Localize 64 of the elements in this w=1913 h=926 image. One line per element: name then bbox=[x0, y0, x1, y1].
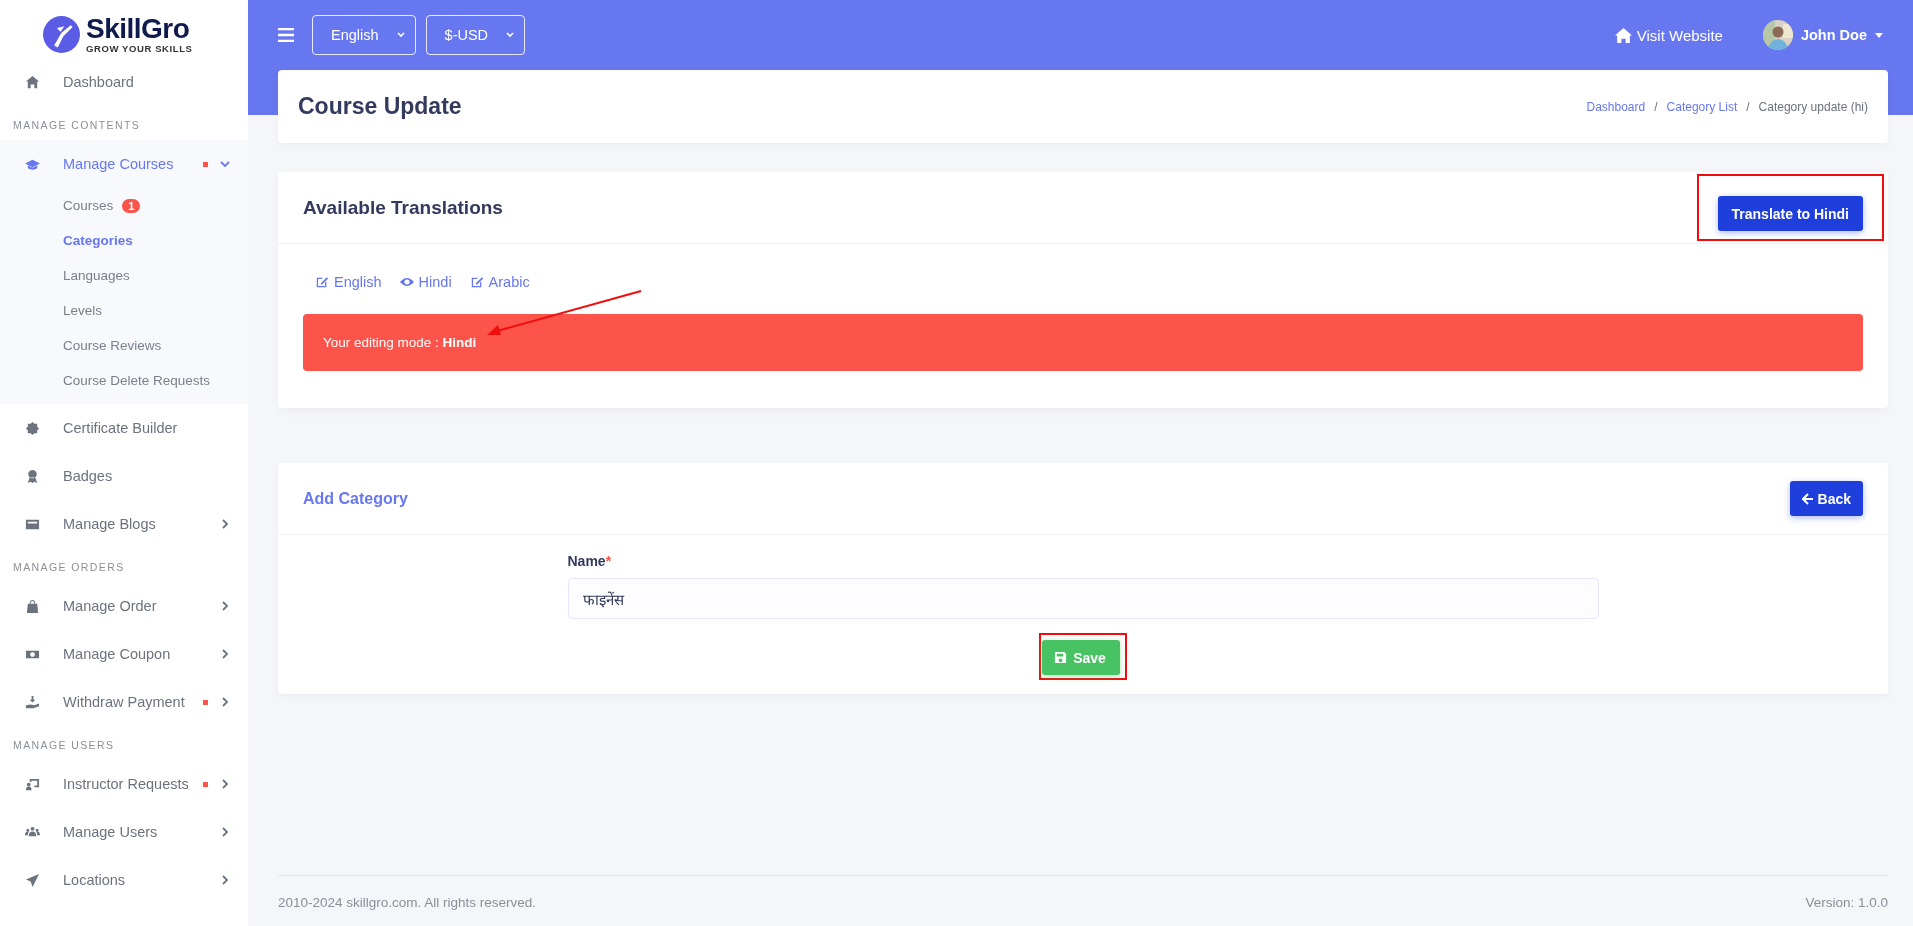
submenu-item[interactable]: Languages bbox=[0, 258, 248, 293]
sidebar-item[interactable]: Withdraw Payment bbox=[0, 678, 248, 726]
version-text: Version: 1.0.0 bbox=[1805, 894, 1888, 910]
caret-icon bbox=[1875, 32, 1883, 38]
breadcrumb-separator: / bbox=[1654, 99, 1658, 114]
sidebar-item[interactable]: Manage Order bbox=[0, 582, 248, 630]
brand-name: SkillGro bbox=[86, 14, 191, 43]
currency-select[interactable]: $-USD bbox=[425, 15, 526, 55]
caret-icon bbox=[506, 32, 515, 38]
alert-text: Your editing mode : Hindi bbox=[323, 335, 477, 350]
name-input[interactable]: फाइनेंस bbox=[567, 578, 1599, 619]
sidebar-item[interactable]: Manage Users bbox=[0, 808, 248, 856]
submenu-item[interactable]: Course Reviews bbox=[0, 328, 248, 363]
menu-icon[interactable] bbox=[278, 28, 294, 42]
field-label: Name bbox=[567, 553, 606, 569]
submenu-item[interactable]: Course Delete Requests bbox=[0, 363, 248, 398]
submenu-item[interactable]: Courses 1 bbox=[0, 188, 248, 223]
sidebar-item[interactable]: Badges bbox=[0, 452, 248, 500]
breadcrumb-link[interactable]: Category List bbox=[1666, 99, 1738, 114]
sidebar-item[interactable]: Certificate Builder bbox=[0, 404, 248, 452]
language-link[interactable]: Arabic bbox=[469, 274, 530, 290]
back-button[interactable]: Back bbox=[1789, 481, 1863, 516]
sidebar-item[interactable]: Locations bbox=[0, 856, 248, 904]
language-select[interactable]: English bbox=[312, 15, 416, 55]
section-heading: MANAGE CONTENTS bbox=[12, 118, 142, 133]
submenu-item[interactable]: Levels bbox=[0, 293, 248, 328]
award-icon bbox=[25, 468, 40, 484]
hand-coin-icon bbox=[25, 694, 40, 710]
home-icon bbox=[1613, 26, 1633, 44]
count-badge: 1 bbox=[122, 198, 141, 213]
sidebar-item[interactable]: Manage Coupon bbox=[0, 630, 248, 678]
plane-icon bbox=[25, 872, 40, 888]
copyright-text: 2010-2024 skillgro.com. All rights reserved. bbox=[278, 894, 537, 910]
breadcrumb-current: Category update (hi) bbox=[1758, 99, 1868, 114]
eye-icon bbox=[399, 275, 414, 289]
user-menu[interactable]: John Doe bbox=[1800, 27, 1867, 43]
edit-icon bbox=[469, 275, 484, 289]
caret-icon bbox=[396, 32, 405, 38]
edit-icon bbox=[315, 275, 329, 289]
brand-tagline: GROW YOUR SKILLS bbox=[86, 43, 193, 54]
language-link[interactable]: Hindi bbox=[399, 274, 452, 290]
breadcrumb-link[interactable]: Dashboard bbox=[1586, 99, 1646, 114]
logo-icon bbox=[43, 15, 80, 53]
submenu-item[interactable]: Categories bbox=[0, 223, 248, 258]
sidebar-item[interactable]: Manage Blogs bbox=[0, 500, 248, 548]
arrow-left-icon bbox=[1801, 492, 1814, 505]
sidebar-item[interactable]: Instructor Requests bbox=[0, 760, 248, 808]
breadcrumb-separator: / bbox=[1746, 99, 1750, 114]
section-heading: MANAGE ORDERS bbox=[12, 560, 126, 575]
save-button[interactable]: Save bbox=[1042, 640, 1120, 675]
visit-website-link[interactable]: Visit Website bbox=[1613, 26, 1723, 44]
bag-icon bbox=[25, 598, 40, 614]
sidebar-item[interactable]: Manage Courses bbox=[0, 140, 248, 188]
sidebar-item[interactable]: Dashboard bbox=[0, 58, 248, 106]
translate-button[interactable]: Translate to Hindi bbox=[1717, 196, 1863, 231]
page-title: Course Update bbox=[298, 93, 462, 120]
card-title: Available Translations bbox=[303, 196, 503, 219]
required-mark: * bbox=[605, 553, 612, 569]
home-icon bbox=[25, 74, 40, 90]
card-title: Add Category bbox=[303, 489, 408, 508]
language-link[interactable]: English bbox=[315, 274, 382, 290]
presentation-icon bbox=[25, 776, 40, 792]
gear-icon bbox=[25, 420, 40, 436]
section-heading: MANAGE USERS bbox=[12, 738, 116, 753]
